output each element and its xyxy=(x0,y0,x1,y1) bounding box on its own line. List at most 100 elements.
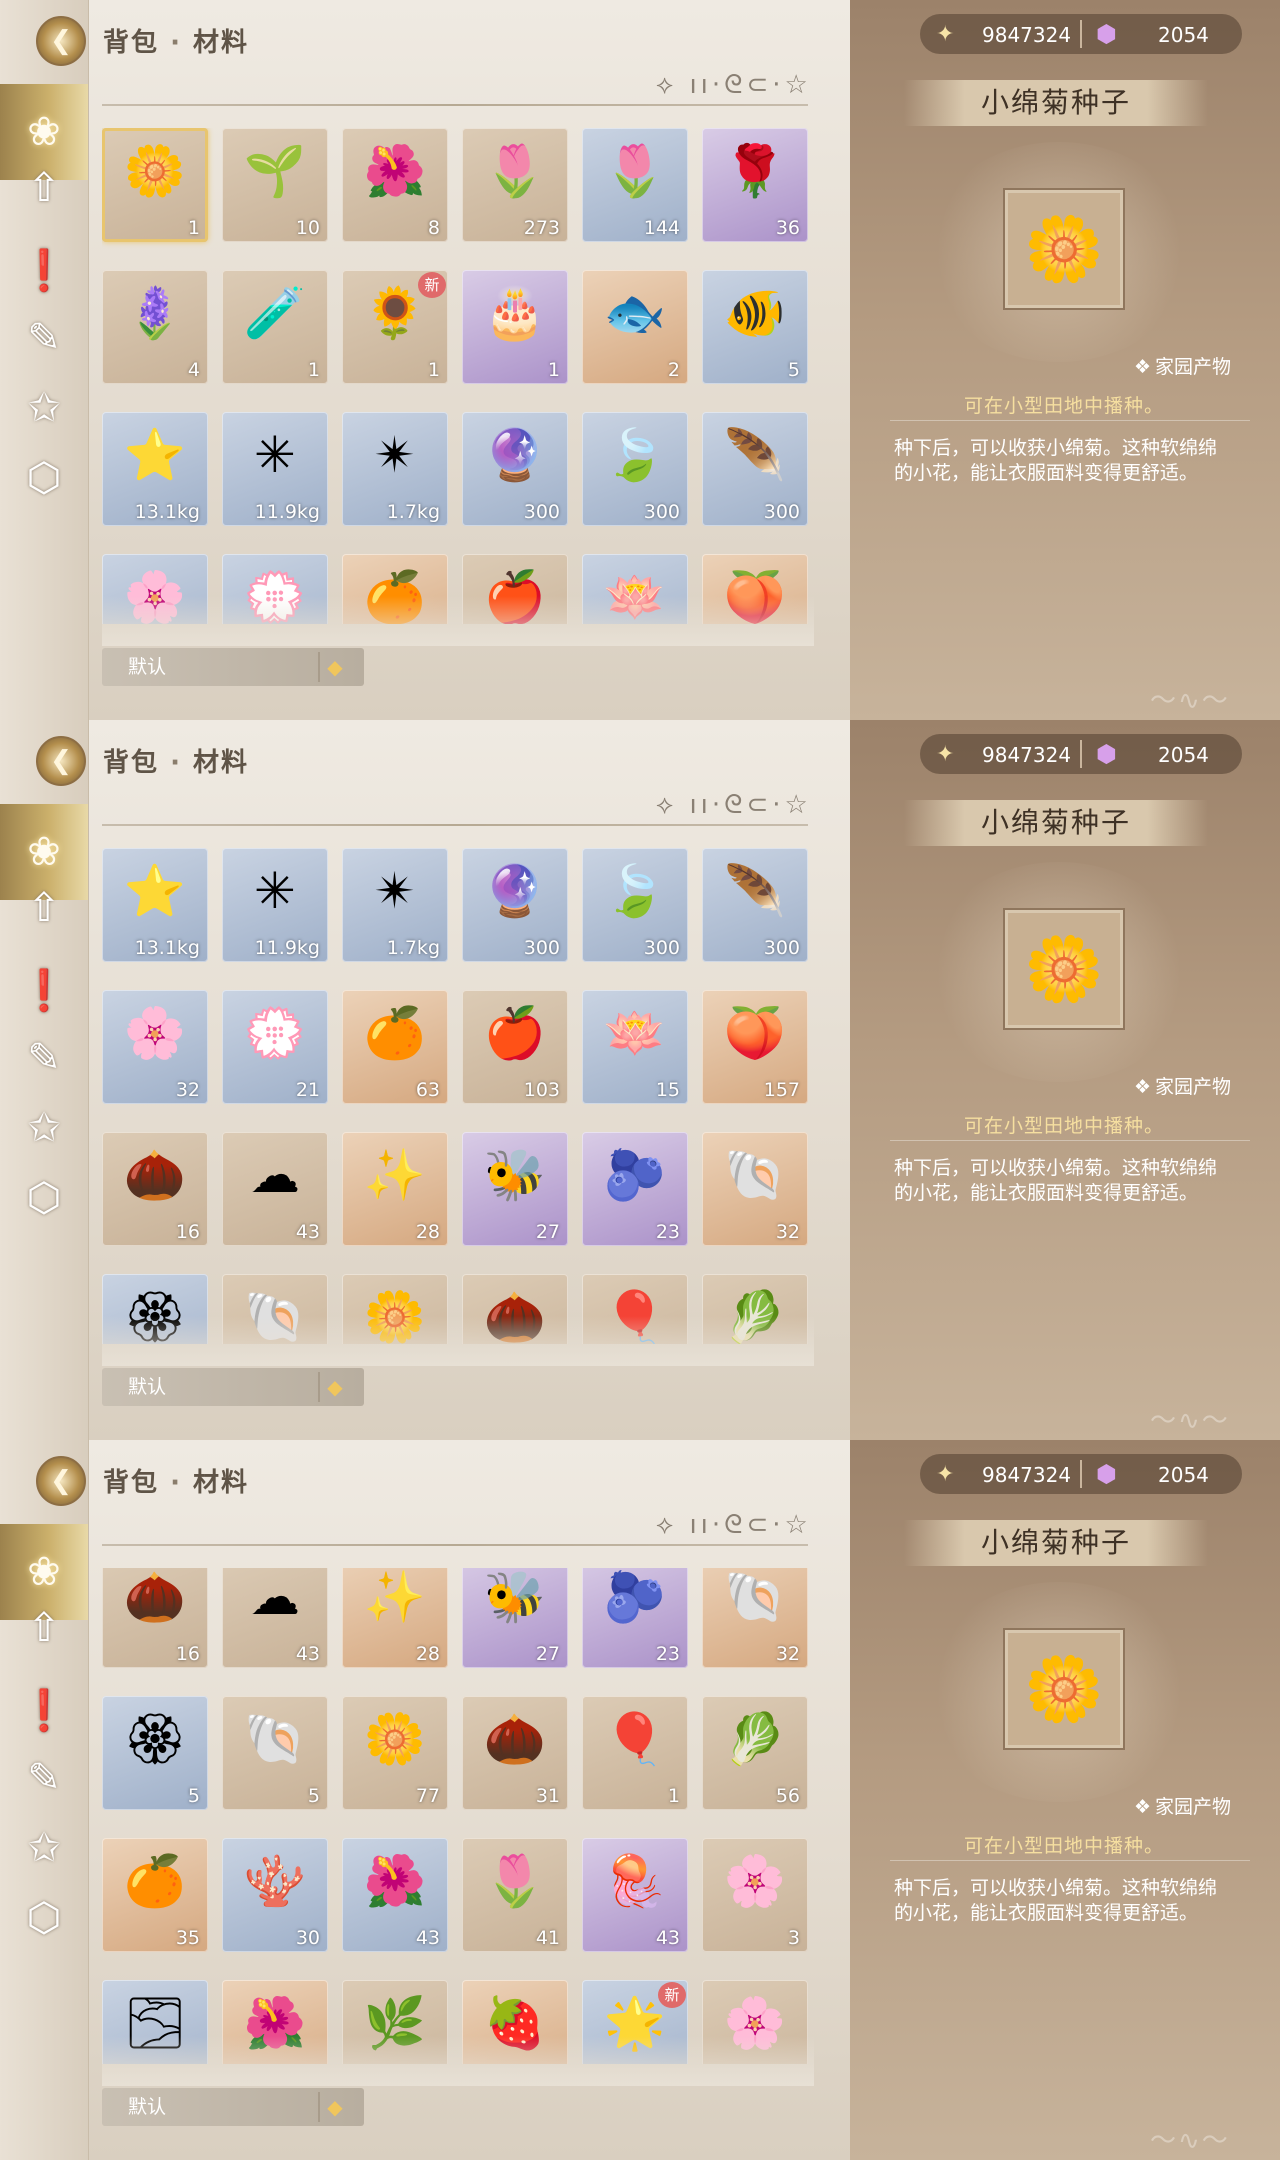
item-slot-blue-bellflower[interactable]: 🌺 43 xyxy=(342,1838,448,1952)
title-sub: 材料 xyxy=(193,748,250,778)
item-grid: 🌼 1 🌱 10 🌺 8 🌷 273 🌷 144 🌹 36 🪻 4 🧪 1 🌻 1 新 🎂 1 🐟 2 🐠 5 ⭐ 13.1kg ✳ 1… xyxy=(102,128,814,624)
item-count: 157 xyxy=(763,1079,800,1101)
green-star-icon: ✳ xyxy=(254,426,296,484)
sidebar-tab[interactable]: ⬡ xyxy=(0,1160,88,1236)
purple-star-icon: ✴ xyxy=(374,426,416,484)
sidebar-tab[interactable]: ✩ xyxy=(0,1090,88,1166)
back-button[interactable]: ❮ xyxy=(36,736,86,786)
item-slot-green-cabbage[interactable]: 🥬 56 xyxy=(702,1696,808,1810)
item-slot-seed-pack-sunflower[interactable]: 🌻 1 新 xyxy=(342,270,448,384)
item-slot-orb[interactable]: 🔮 300 xyxy=(462,848,568,962)
item-slot-pink-blossom[interactable]: 🌸 3 xyxy=(702,1838,808,1952)
item-slot-orange-tulips[interactable]: 🌷 144 xyxy=(582,128,688,242)
sidebar-tab[interactable]: ✩ xyxy=(0,370,88,446)
filter-runes-icon[interactable]: ⟡ ıı·ᘓ⊂·☆ xyxy=(656,70,812,101)
item-slot-orange-fruit[interactable]: 🍊 63 xyxy=(342,990,448,1104)
item-slot-bottle[interactable]: 🧪 1 xyxy=(222,270,328,384)
currency-bar: ✦ 9847324 ⬢ 2054 xyxy=(920,734,1242,774)
item-slot-blue-berry[interactable]: 🫐 23 xyxy=(582,1132,688,1246)
item-slot-acorn[interactable]: 🌰 31 xyxy=(462,1696,568,1810)
item-slot-cotton-ball[interactable]: ☁ 43 xyxy=(222,1568,328,1668)
item-slot-purple-star[interactable]: ✴ 1.7kg xyxy=(342,412,448,526)
title-sub: 材料 xyxy=(193,1468,250,1498)
sort-toggle-icon[interactable]: ◆ xyxy=(318,2092,350,2122)
item-slot-bee[interactable]: 🐝 27 xyxy=(462,1568,568,1668)
sidebar-tab[interactable]: ✎ xyxy=(0,1740,88,1816)
item-slot-pink-coral[interactable]: 🪸 30 xyxy=(222,1838,328,1952)
item-slot-pinecone[interactable]: 🌰 16 xyxy=(102,1132,208,1246)
item-slot-cake[interactable]: 🎂 1 xyxy=(462,270,568,384)
item-slot-purple-star[interactable]: ✴ 1.7kg xyxy=(342,848,448,962)
item-slot-pinecone[interactable]: 🌰 16 xyxy=(102,1568,208,1668)
sidebar-tab[interactable]: ⇧ xyxy=(0,1590,88,1666)
item-slot-pale-blossom[interactable]: 💮 21 xyxy=(222,990,328,1104)
item-slot-pink-shell[interactable]: 🐚 32 xyxy=(702,1132,808,1246)
item-count: 43 xyxy=(655,1927,680,1949)
item-slot-orb[interactable]: 🔮 300 xyxy=(462,412,568,526)
item-category: ❖ 家园产物 xyxy=(1134,1072,1231,1099)
sidebar-tab[interactable]: ⬡ xyxy=(0,440,88,516)
item-slot-red-fruit[interactable]: 🍎 103 xyxy=(462,990,568,1104)
sidebar-tab[interactable]: ⇧ xyxy=(0,150,88,226)
seed-pack-icon: 🌼 xyxy=(1005,910,1123,1028)
sidebar-tab[interactable]: ✎ xyxy=(0,300,88,376)
item-slot-blue-fish-bag[interactable]: 🐠 5 xyxy=(702,270,808,384)
item-slot-golden-sparkle[interactable]: ✨ 28 xyxy=(342,1568,448,1668)
white-peony-icon: 🏵 xyxy=(123,1710,187,1768)
item-count: 28 xyxy=(415,1221,440,1243)
sort-dropdown[interactable]: 默认 ◆ xyxy=(102,648,364,686)
back-button[interactable]: ❮ xyxy=(36,16,86,66)
item-slot-fish-bag[interactable]: 🐟 2 xyxy=(582,270,688,384)
item-slot-seed-pack-red[interactable]: 🌺 8 xyxy=(342,128,448,242)
item-slot-red-tulips[interactable]: 🌹 36 xyxy=(702,128,808,242)
item-slot-green-star[interactable]: ✳ 11.9kg xyxy=(222,412,328,526)
item-slot-seed-pack-green[interactable]: 🌱 10 xyxy=(222,128,328,242)
item-slot-blue-shell[interactable]: 🐚 5 xyxy=(222,1696,328,1810)
item-slot-white-peony[interactable]: 🏵 5 xyxy=(102,1696,208,1810)
item-slot-blue-flower[interactable]: 🪷 15 xyxy=(582,990,688,1104)
filter-runes-icon[interactable]: ⟡ ıı·ᘓ⊂·☆ xyxy=(656,1510,812,1541)
item-slot-jellyfish[interactable]: 🪼 43 xyxy=(582,1838,688,1952)
item-slot-cotton-ball[interactable]: ☁ 43 xyxy=(222,1132,328,1246)
sidebar-tab[interactable]: ✎ xyxy=(0,1020,88,1096)
sidebar-tab[interactable]: ✩ xyxy=(0,1810,88,1886)
item-slot-green-star[interactable]: ✳ 11.9kg xyxy=(222,848,328,962)
item-slot-feather[interactable]: 🪶 300 xyxy=(702,412,808,526)
item-slot-pink-puff[interactable]: 🎈 1 xyxy=(582,1696,688,1810)
backpack-panel: ❮ 背包 · 材料 ⟡ ıı·ᘓ⊂·☆ ⭐ 13.1kg ✳ 11.9kg ✴ 1.7kg… xyxy=(0,720,1280,1440)
category-label: 家园产物 xyxy=(1155,1076,1232,1098)
feather-icon: 🪶 xyxy=(723,426,787,484)
filter-runes-icon[interactable]: ⟡ ıı·ᘓ⊂·☆ xyxy=(656,790,812,821)
item-slot-bee[interactable]: 🐝 27 xyxy=(462,1132,568,1246)
item-slot-golden-sparkle[interactable]: ✨ 28 xyxy=(342,1132,448,1246)
item-slot-yellow-tulips[interactable]: 🌷 273 xyxy=(462,128,568,242)
back-button[interactable]: ❮ xyxy=(36,1456,86,1506)
item-slot-seed-pack-lavender[interactable]: 🪻 4 xyxy=(102,270,208,384)
item-category: ❖ 家园产物 xyxy=(1134,1792,1231,1819)
sidebar-tab[interactable]: ⬡ xyxy=(0,1880,88,1956)
item-slot-gold-star[interactable]: ⭐ 13.1kg xyxy=(102,848,208,962)
sidebar-tab[interactable]: ❗ xyxy=(0,1672,88,1748)
item-slot-seed-pack-daisy[interactable]: 🌼 1 xyxy=(102,128,208,242)
sort-dropdown[interactable]: 默认 ◆ xyxy=(102,1368,364,1406)
item-name: 小绵菊种子 xyxy=(904,1520,1208,1566)
item-slot-gold-star[interactable]: ⭐ 13.1kg xyxy=(102,412,208,526)
sidebar-tab[interactable]: ⇧ xyxy=(0,870,88,946)
item-slot-mandarin[interactable]: 🍊 35 xyxy=(102,1838,208,1952)
item-slot-pink-shell[interactable]: 🐚 32 xyxy=(702,1568,808,1668)
title-sub: 材料 xyxy=(193,28,250,58)
item-slot-yellow-bloom[interactable]: 🌷 41 xyxy=(462,1838,568,1952)
item-slot-feather[interactable]: 🪶 300 xyxy=(702,848,808,962)
item-slot-leaf[interactable]: 🍃 300 xyxy=(582,412,688,526)
sort-toggle-icon[interactable]: ◆ xyxy=(318,652,350,682)
item-count: 16 xyxy=(175,1221,200,1243)
item-slot-daisy[interactable]: 🌼 77 xyxy=(342,1696,448,1810)
sidebar-tab[interactable]: ❗ xyxy=(0,232,88,308)
sort-toggle-icon[interactable]: ◆ xyxy=(318,1372,350,1402)
item-slot-leaf[interactable]: 🍃 300 xyxy=(582,848,688,962)
item-slot-peach[interactable]: 🍑 157 xyxy=(702,990,808,1104)
sidebar-tab[interactable]: ❗ xyxy=(0,952,88,1028)
item-slot-blue-berry[interactable]: 🫐 23 xyxy=(582,1568,688,1668)
item-slot-white-blossom[interactable]: 🌸 32 xyxy=(102,990,208,1104)
sort-dropdown[interactable]: 默认 ◆ xyxy=(102,2088,364,2126)
